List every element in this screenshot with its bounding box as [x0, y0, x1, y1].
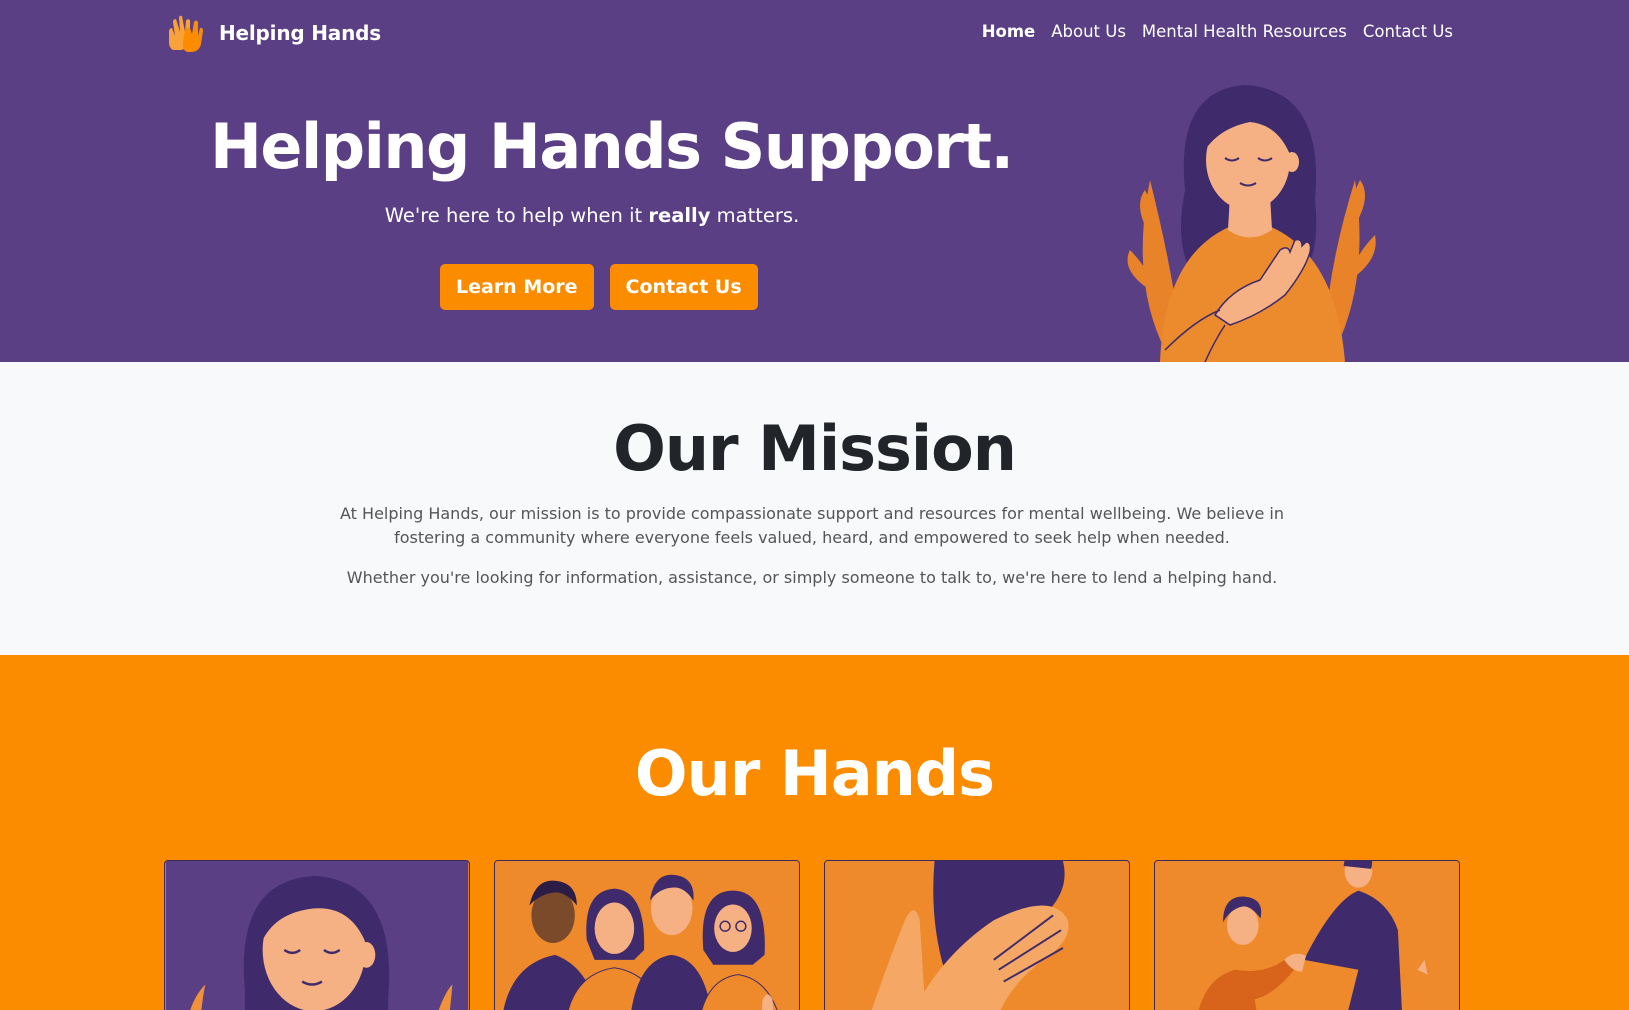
- hands-card-calm-woman[interactable]: [164, 860, 470, 1010]
- our-hands-title: Our Hands: [634, 737, 995, 810]
- nav-mental-health-resources[interactable]: Mental Health Resources: [1142, 22, 1347, 41]
- hero-subtitle-pre: We're here to help when it: [384, 204, 649, 227]
- mission-paragraph-1: At Helping Hands, our mission is to prov…: [340, 504, 1284, 547]
- community-group-illustration: [495, 861, 799, 1010]
- brand-name: Helping Hands: [219, 21, 381, 45]
- nav-home[interactable]: Home: [982, 22, 1036, 41]
- nav-about-us[interactable]: About Us: [1051, 22, 1126, 41]
- mission-paragraph-2: Whether you're looking for information, …: [346, 568, 1278, 587]
- hands-card-helping-hands[interactable]: [824, 860, 1130, 1010]
- hero-section: Helping Hands Home About Us Mental Healt…: [0, 0, 1629, 362]
- hands-card-lending-hand[interactable]: [1154, 860, 1460, 1010]
- navbar: Helping Hands Home About Us Mental Healt…: [0, 0, 1629, 66]
- raised-hands-icon: [169, 15, 203, 52]
- hero-title: Helping Hands Support.: [210, 110, 1014, 183]
- nav-menu: Home About Us Mental Health Resources Co…: [982, 22, 1453, 41]
- mission-section: Our Mission At Helping Hands, our missio…: [0, 362, 1629, 655]
- contact-us-button[interactable]: Contact Us: [609, 264, 758, 310]
- hero-subtitle-emphasis: really: [648, 204, 711, 227]
- learn-more-button[interactable]: Learn More: [440, 264, 594, 310]
- brand-link[interactable]: Helping Hands: [163, 12, 381, 54]
- hands-card-grid: [164, 860, 1460, 1010]
- lending-hand-illustration: [1155, 861, 1459, 1010]
- calm-woman-illustration: [165, 861, 469, 1010]
- helping-hands-illustration: [825, 861, 1129, 1010]
- our-hands-section: Our Hands: [0, 655, 1629, 1010]
- hands-card-community-group[interactable]: [494, 860, 800, 1010]
- hero-subtitle-post: matters.: [710, 204, 800, 227]
- woman-hand-on-heart-illustration: [1127, 85, 1376, 362]
- nav-contact-us[interactable]: Contact Us: [1363, 22, 1453, 41]
- hero-buttons: Learn More Contact Us: [440, 264, 758, 310]
- mission-title: Our Mission: [613, 412, 1017, 485]
- hero-subtitle: We're here to help when it really matter…: [210, 204, 974, 227]
